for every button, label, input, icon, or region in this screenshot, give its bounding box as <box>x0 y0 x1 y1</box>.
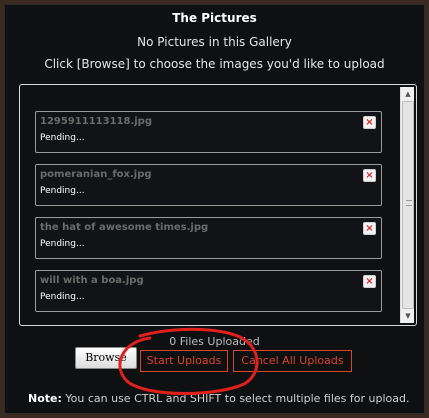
scrollbar-thumb[interactable] <box>402 101 414 309</box>
queue-item-filename: pomeranian_fox.jpg <box>40 169 152 180</box>
queue-item-filename: 1295911113118.jpg <box>40 116 152 127</box>
grip-icon <box>406 200 412 206</box>
dialog-title: The Pictures <box>172 11 257 25</box>
queue-item-filename: will with a boa.jpg <box>40 275 144 286</box>
gallery-status-text: No Pictures in this Gallery <box>137 35 292 49</box>
queue-item: will with a boa.jpg Pending... × <box>35 270 382 312</box>
note-label: Note: <box>28 392 62 405</box>
remove-item-icon[interactable]: × <box>363 169 376 182</box>
upload-hint-text: Click [Browse] to choose the images you'… <box>44 57 385 71</box>
cancel-all-uploads-button[interactable]: Cancel All Uploads <box>233 350 352 372</box>
queue-item: the hat of awesome times.jpg Pending... … <box>35 217 382 259</box>
queue-item-status: Pending... <box>40 133 85 143</box>
remove-item-icon[interactable]: × <box>363 222 376 235</box>
uploaded-count: 0 Files Uploaded <box>169 335 260 348</box>
upload-queue: 1295911113118.jpg Pending... × pomerania… <box>19 84 417 326</box>
remove-item-icon[interactable]: × <box>363 275 376 288</box>
scroll-up-arrow-icon[interactable]: ▲ <box>401 87 415 101</box>
start-uploads-button[interactable]: Start Uploads <box>140 350 228 372</box>
browse-button[interactable]: Browse <box>75 347 137 369</box>
queue-item-status: Pending... <box>40 239 85 249</box>
queue-item: 1295911113118.jpg Pending... × <box>35 111 382 153</box>
queue-scrollbar[interactable]: ▲ ▼ <box>400 87 414 323</box>
queue-item: pomeranian_fox.jpg Pending... × <box>35 164 382 206</box>
queue-item-status: Pending... <box>40 186 85 196</box>
scroll-down-arrow-icon[interactable]: ▼ <box>401 309 415 323</box>
note-text: Note: You can use CTRL and SHIFT to sele… <box>28 392 409 405</box>
remove-item-icon[interactable]: × <box>363 116 376 129</box>
queue-item-status: Pending... <box>40 292 85 302</box>
note-body: You can use CTRL and SHIFT to select mul… <box>61 392 410 405</box>
queue-item-filename: the hat of awesome times.jpg <box>40 222 209 233</box>
upload-dialog: The Pictures No Pictures in this Gallery… <box>4 4 425 414</box>
